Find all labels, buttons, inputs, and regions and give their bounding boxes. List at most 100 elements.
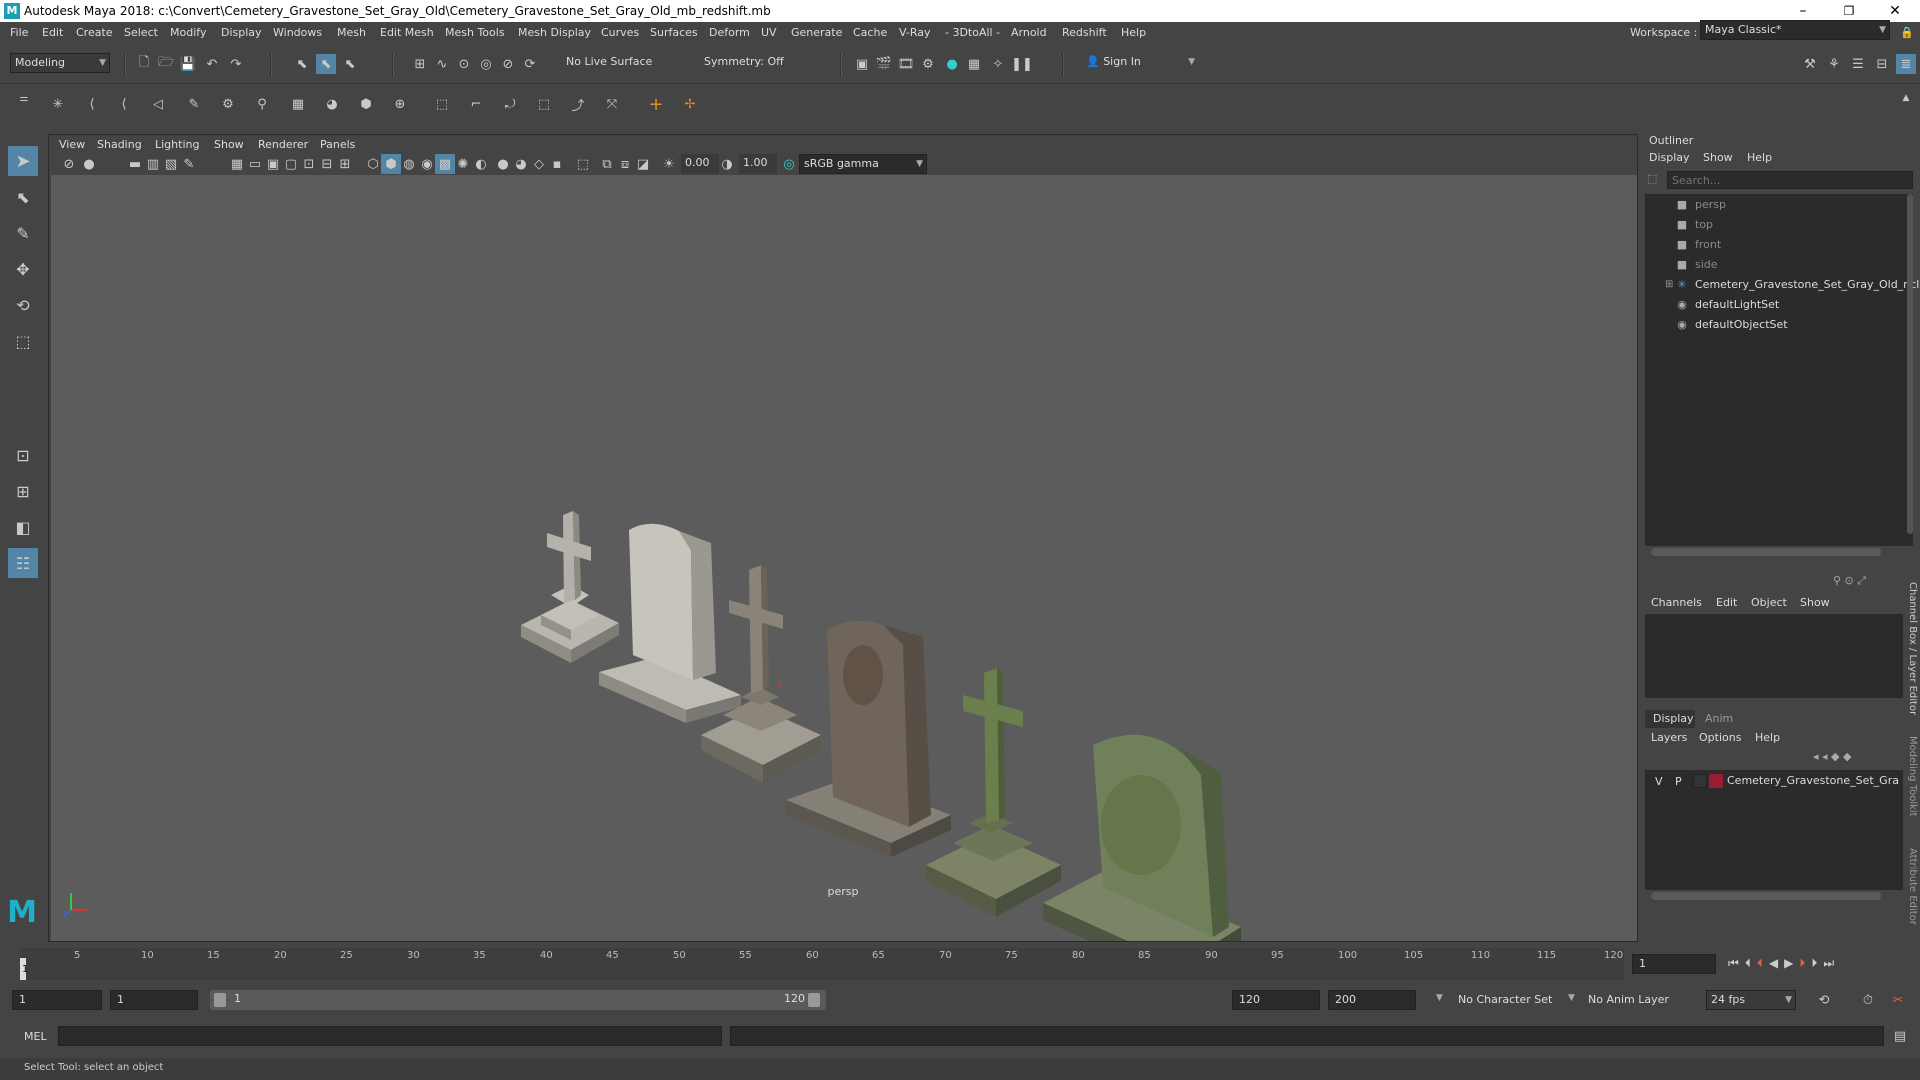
film-gate-icon[interactable]: ▭ (245, 154, 265, 174)
viewport-menu-shading[interactable]: Shading (97, 138, 142, 151)
play-forward-icon[interactable]: ▶ (1784, 956, 1799, 970)
center-pivot-icon[interactable]: + (646, 94, 666, 115)
menu-deform[interactable]: Deform (709, 26, 750, 39)
anim-layer-label[interactable]: No Anim Layer (1588, 993, 1669, 1006)
play-backward-icon[interactable]: ◀ (1769, 956, 1784, 970)
shelf-tab-menu-icon[interactable]: ⚌ (14, 88, 34, 108)
pause-render-icon[interactable]: ❚❚ (1011, 54, 1033, 74)
menu-display[interactable]: Display (221, 26, 262, 39)
current-frame-field[interactable]: 1 (1632, 954, 1716, 974)
curve-tool-icon[interactable]: ⟨ (82, 94, 102, 114)
step-back-frame-icon[interactable]: ⏴ (1757, 956, 1769, 970)
render-setup-icon[interactable]: ▦ (964, 54, 984, 74)
render-settings-icon[interactable]: ⚙ (918, 54, 938, 74)
live-surface-field[interactable]: No Live Surface (562, 53, 662, 73)
time-slider[interactable]: 1 5 10 15 20 25 30 35 40 45 50 55 60 65 … (0, 944, 1920, 984)
layer-menu-help[interactable]: Help (1755, 731, 1780, 744)
camera-select-icon[interactable]: ⊘ (59, 154, 79, 174)
character-set-chevron-icon[interactable]: ▼ (1436, 993, 1443, 1003)
open-scene-icon[interactable]: 🗁 (156, 54, 176, 74)
paint-select-tool-icon[interactable]: ✎ (8, 218, 38, 248)
outliner-search-input[interactable] (1667, 171, 1913, 189)
outliner-menu-display[interactable]: Display (1649, 151, 1690, 164)
menu-windows[interactable]: Windows (273, 26, 322, 39)
viewport-menu-show[interactable]: Show (214, 138, 244, 151)
outliner-item-persp[interactable]: ■ persp (1675, 198, 1726, 216)
smooth-icon[interactable]: ⤧ (602, 94, 622, 114)
poly-sphere-icon[interactable]: ◕ (322, 94, 342, 114)
textured-icon[interactable]: ▩ (435, 154, 455, 174)
backface-culling-icon[interactable]: ◪ (633, 154, 653, 174)
hypershade-icon[interactable]: ● (942, 54, 962, 74)
safe-title-icon[interactable]: ⊞ (335, 154, 355, 174)
separate-icon[interactable]: ⤴ (568, 94, 588, 114)
range-slider[interactable]: 1 120 (210, 990, 826, 1010)
attribute-editor-icon[interactable]: ☰ (1848, 54, 1868, 74)
loop-icon[interactable]: ⟲ (1814, 990, 1834, 1010)
menu-cache[interactable]: Cache (853, 26, 887, 39)
light-editor-icon[interactable]: ✧ (988, 54, 1008, 74)
menu-mesh-display[interactable]: Mesh Display (518, 26, 591, 39)
xray-joints-icon[interactable]: ⧈ (615, 154, 635, 174)
channel-menu-object[interactable]: Object (1751, 596, 1787, 609)
screen-space-ao-icon[interactable]: ● (493, 154, 513, 174)
poly-plane-icon[interactable]: ⊕ (390, 94, 410, 114)
poly-cube-icon[interactable]: ▦ (288, 94, 308, 114)
outliner-item-gravestone-group[interactable]: ✳ Cemetery_Gravestone_Set_Gray_Old_ncl (1675, 278, 1919, 296)
combine-icon[interactable]: ⬚ (534, 94, 554, 114)
2d-pan-zoom-icon[interactable]: ▧ (161, 154, 181, 174)
menu-create[interactable]: Create (76, 26, 113, 39)
snap-point-icon[interactable]: ⊙ (454, 54, 474, 74)
resolution-gate-icon[interactable]: ▣ (263, 154, 283, 174)
bookmark-icon[interactable]: ▬ (125, 154, 145, 174)
layer-type-toggle[interactable] (1693, 774, 1707, 788)
select-tool-icon[interactable]: ➤ (8, 146, 38, 176)
scale-tool-icon[interactable]: ⬚ (8, 326, 38, 356)
default-material-icon[interactable]: ◉ (417, 154, 437, 174)
go-to-start-icon[interactable]: ⏮ (1728, 956, 1745, 970)
select-object-icon[interactable]: ⬉ (316, 54, 336, 74)
grid-toggle-icon[interactable]: ▦ (227, 154, 247, 174)
outliner-item-default-light-set[interactable]: ◉ defaultLightSet (1675, 298, 1779, 316)
shelf-scroll-icon[interactable]: ▲ (1896, 88, 1916, 108)
menu-file[interactable]: File (10, 26, 28, 39)
layer-scrollbar[interactable] (1651, 892, 1881, 900)
side-tab-attribute-editor[interactable]: Attribute Editor (1902, 848, 1918, 944)
image-plane-icon[interactable]: ▥ (143, 154, 163, 174)
menu-mesh-tools[interactable]: Mesh Tools (445, 26, 505, 39)
step-back-key-icon[interactable]: ⏴ (1745, 956, 1757, 970)
snap-view-plane-icon[interactable]: ◎ (476, 54, 496, 74)
channel-menu-channels[interactable]: Channels (1651, 596, 1702, 609)
playback-start-field[interactable]: 1 (110, 990, 198, 1010)
nurbs-sphere-icon[interactable]: ✳ (48, 94, 68, 114)
single-view-icon[interactable]: ⊡ (8, 440, 38, 470)
layer-arrow-icons[interactable]: ◂ ◂ ◆ ◆ (1813, 750, 1851, 763)
layer-name[interactable]: Cemetery_Gravestone_Set_Gra (1727, 774, 1899, 787)
symmetry-dropdown[interactable]: Symmetry: Off (700, 53, 810, 73)
exposure-icon[interactable]: ☀ (659, 154, 679, 174)
channel-menu-edit[interactable]: Edit (1716, 596, 1737, 609)
xray-icon[interactable]: ⧉ (597, 154, 617, 174)
render-view-icon[interactable]: ▣ (852, 54, 872, 74)
outliner-vertical-scrollbar[interactable] (1907, 194, 1913, 534)
ep-curve-icon[interactable]: ⟨ (114, 94, 134, 114)
layer-color-swatch[interactable] (1709, 774, 1723, 788)
wireframe-on-shaded-icon[interactable]: ◍ (399, 154, 419, 174)
menu-select[interactable]: Select (124, 26, 158, 39)
select-hierarchy-icon[interactable]: ⬉ (292, 54, 312, 74)
layer-visibility-toggle[interactable]: V (1655, 775, 1663, 788)
rotate-tool-icon[interactable]: ⟲ (8, 290, 38, 320)
camera-attributes-icon[interactable]: ● (79, 154, 99, 174)
shadows-icon[interactable]: ◐ (471, 154, 491, 174)
two-view-icon[interactable]: ◧ (8, 512, 38, 542)
outliner-item-default-object-set[interactable]: ◉ defaultObjectSet (1675, 318, 1787, 336)
save-scene-icon[interactable]: 💾 (178, 54, 198, 74)
bridge-icon[interactable]: ⤾ (500, 94, 520, 114)
tab-anim[interactable]: Anim (1705, 712, 1733, 725)
skeleton-icon[interactable]: ⚙ (218, 94, 238, 114)
time-slider-track[interactable] (20, 948, 1624, 980)
grease-pencil-icon[interactable]: ✎ (179, 154, 199, 174)
expand-icon[interactable]: ⊞ (1665, 279, 1673, 290)
range-slider-end-handle[interactable] (808, 993, 820, 1007)
3d-viewport[interactable] (51, 175, 1637, 983)
